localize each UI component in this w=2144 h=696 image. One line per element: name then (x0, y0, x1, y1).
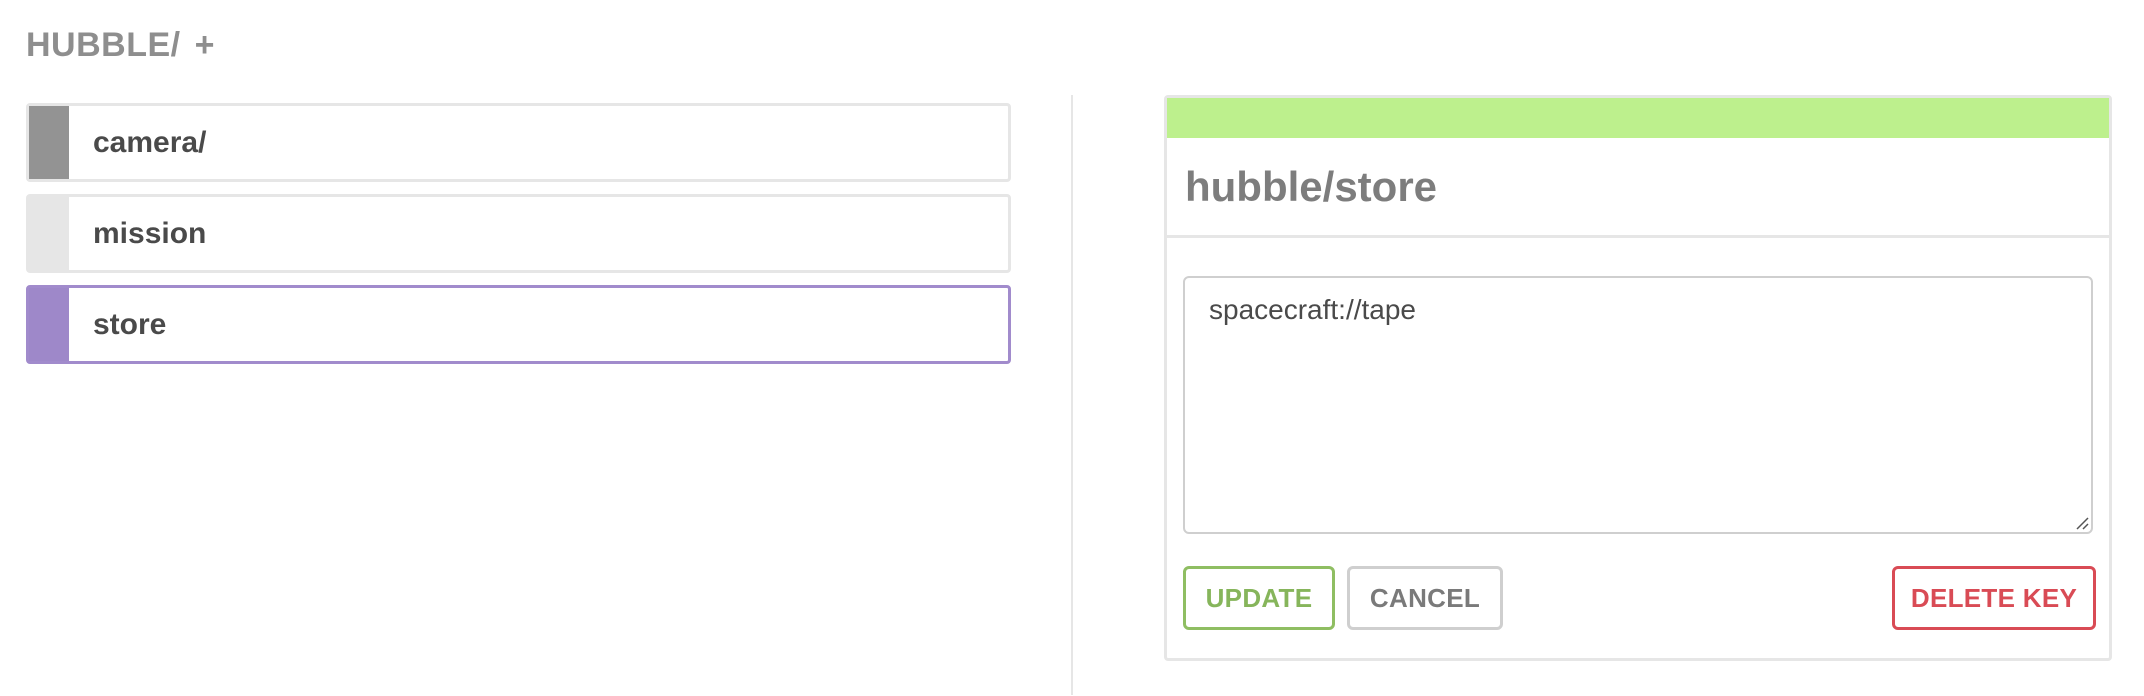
key-list-item-store[interactable]: store (26, 285, 1011, 364)
breadcrumb-path[interactable]: HUBBLE/ (26, 26, 181, 65)
key-list-item-camera[interactable]: camera/ (26, 103, 1011, 182)
key-list-item-mission[interactable]: mission (26, 194, 1011, 273)
cancel-button[interactable]: CANCEL (1347, 566, 1503, 630)
key-label: store (93, 307, 167, 341)
resize-handle-icon[interactable] (2075, 516, 2089, 530)
value-editor[interactable] (1183, 276, 2093, 534)
leaf-indicator (29, 197, 69, 270)
delete-key-button[interactable]: DELETE KEY (1892, 566, 2096, 630)
directory-indicator (29, 106, 69, 179)
key-label: camera/ (93, 125, 207, 159)
key-list: camera/ mission store (26, 103, 1011, 376)
add-key-icon[interactable]: + (195, 26, 215, 65)
column-divider (1071, 95, 1073, 695)
key-label: mission (93, 216, 207, 250)
key-detail-panel: hubble/store UPDATE CANCEL DELETE KEY (1164, 95, 2112, 661)
breadcrumb: HUBBLE/ + (26, 26, 215, 65)
key-title: hubble/store (1167, 138, 2109, 238)
status-bar (1167, 98, 2109, 138)
selected-indicator (29, 288, 69, 361)
update-button[interactable]: UPDATE (1183, 566, 1335, 630)
